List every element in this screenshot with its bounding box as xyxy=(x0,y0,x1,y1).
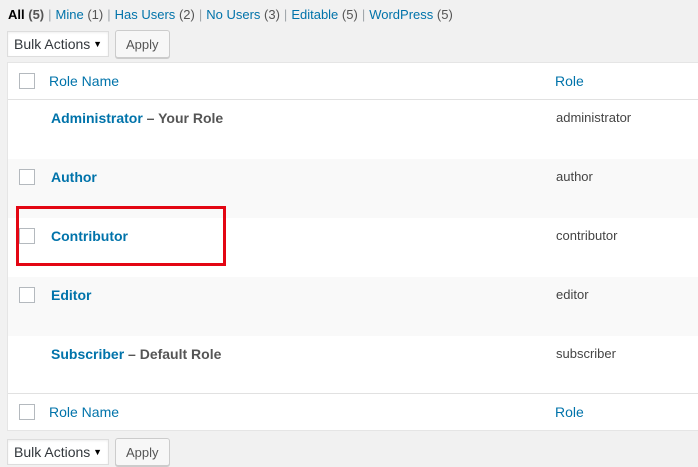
bulk-actions-bottom: Bulk Actions ▼ Apply xyxy=(7,438,170,467)
select-all-checkbox-footer[interactable] xyxy=(19,404,35,420)
column-role[interactable]: Role xyxy=(555,73,584,89)
bulk-actions-select[interactable]: Bulk Actions ▼ xyxy=(7,31,109,57)
filter-wordpress[interactable]: WordPress (5) xyxy=(369,7,453,22)
bulk-actions-top: Bulk Actions ▼ Apply xyxy=(7,30,170,59)
filter-editable[interactable]: Editable (5) xyxy=(291,7,358,22)
table-row: Contributor contributor xyxy=(8,218,698,277)
role-slug: editor xyxy=(556,287,589,302)
row-checkbox[interactable] xyxy=(19,287,35,303)
role-state: – Your Role xyxy=(142,110,224,126)
bulk-actions-label: Bulk Actions xyxy=(14,444,91,460)
caret-down-icon: ▼ xyxy=(93,447,102,457)
role-slug: administrator xyxy=(556,110,632,125)
bulk-actions-select-bottom[interactable]: Bulk Actions ▼ xyxy=(7,439,109,465)
select-all-checkbox[interactable] xyxy=(19,73,35,89)
filter-no-users[interactable]: No Users (3) xyxy=(206,7,280,22)
row-checkbox[interactable] xyxy=(19,169,35,185)
role-slug: subscriber xyxy=(556,346,616,361)
table-footer: Role Name Role xyxy=(8,393,698,430)
table-header: Role Name Role xyxy=(8,63,698,100)
role-link-administrator[interactable]: Administrator xyxy=(51,110,143,126)
role-state: – Default Role xyxy=(124,346,222,362)
bulk-actions-label: Bulk Actions xyxy=(14,36,91,52)
table-row: Administrator – Your Role administrator xyxy=(8,100,698,159)
column-role-name-footer[interactable]: Role Name xyxy=(49,404,119,420)
filter-mine[interactable]: Mine (1) xyxy=(56,7,104,22)
role-link-editor[interactable]: Editor xyxy=(51,287,91,303)
apply-button[interactable]: Apply xyxy=(115,30,170,58)
role-slug: contributor xyxy=(556,228,618,243)
column-role-name[interactable]: Role Name xyxy=(49,73,119,89)
role-link-contributor[interactable]: Contributor xyxy=(51,228,128,244)
apply-button-bottom[interactable]: Apply xyxy=(115,438,170,466)
filter-has-users[interactable]: Has Users (2) xyxy=(115,7,195,22)
column-role-footer[interactable]: Role xyxy=(555,404,584,420)
roles-table: Role Name Role Administrator – Your Role… xyxy=(7,62,698,431)
table-row: Author author xyxy=(8,159,698,218)
role-link-subscriber[interactable]: Subscriber xyxy=(51,346,124,362)
caret-down-icon: ▼ xyxy=(93,39,102,49)
table-row: Editor editor xyxy=(8,277,698,336)
table-row: Subscriber – Default Role subscriber xyxy=(8,336,698,395)
role-link-author[interactable]: Author xyxy=(51,169,97,185)
role-filters: All (5) | Mine (1) | Has Users (2) | No Users … xyxy=(8,7,453,22)
row-checkbox[interactable] xyxy=(19,228,35,244)
filter-all[interactable]: All (5) xyxy=(8,7,44,22)
role-slug: author xyxy=(556,169,593,184)
